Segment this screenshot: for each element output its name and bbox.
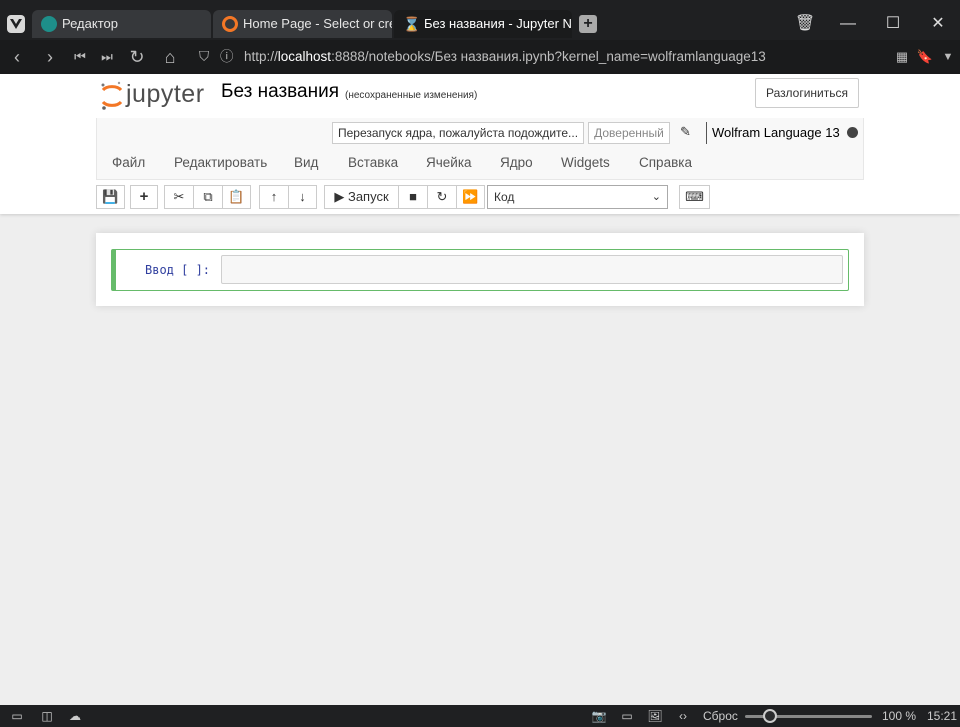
new-tab-button[interactable]: + [579, 15, 597, 33]
input-prompt: Ввод [ ]: [145, 263, 211, 277]
qr-code-icon[interactable]: ▦ [890, 45, 914, 69]
tab-label: Редактор [62, 16, 118, 31]
maximize-icon[interactable]: ☐ [881, 12, 905, 36]
address-bar: ‹ › ⏮ ⏭ ↻ ⌂ ⛉ ⓘ http://localhost:8888/no… [0, 40, 960, 74]
url-host: localhost [277, 49, 332, 64]
camera-icon[interactable]: 📷 [591, 708, 607, 724]
kernel-name: Wolfram Language 13 [706, 122, 840, 144]
cut-icon[interactable]: ✂ [164, 185, 193, 209]
cell-type-value: Код [494, 190, 515, 204]
insert-cell-icon[interactable]: + [130, 185, 158, 209]
url-input[interactable]: ⛉ ⓘ http://localhost:8888/notebooks/Без … [193, 44, 887, 70]
shield-icon: ⛉ [199, 49, 210, 64]
menu-insert[interactable]: Вставка [348, 155, 398, 170]
chevron-down-icon[interactable]: ▼ [936, 45, 960, 69]
restart-icon[interactable]: ↻ [427, 185, 456, 209]
tab-label: Home Page - Select or crea [243, 16, 392, 31]
window-icon[interactable]: ▭ [619, 708, 635, 724]
url-prefix: http:// [244, 49, 278, 64]
forward-icon[interactable]: › [38, 45, 62, 69]
rewind-icon[interactable]: ⏮ [68, 45, 92, 69]
run-all-icon[interactable]: ⏩ [456, 185, 485, 209]
tab-label: Без названия - Jupyter Not [424, 16, 572, 31]
bookmark-icon[interactable]: 🔖 [913, 45, 937, 69]
editor-tab-icon [41, 16, 57, 32]
code-input[interactable] [221, 255, 843, 284]
stop-icon[interactable]: ■ [398, 185, 427, 209]
menu-help[interactable]: Справка [639, 155, 692, 170]
url-rest: :8888/notebooks/Без названия.ipynb?kerne… [331, 49, 766, 64]
panel-toggle-icon[interactable]: ▭ [9, 708, 25, 724]
zoom-level: 100 % [882, 709, 917, 723]
notebook-container: Ввод [ ]: [96, 233, 864, 306]
cloud-icon[interactable]: ☁ [67, 708, 83, 724]
menu-view[interactable]: Вид [294, 155, 318, 170]
info-icon: ⓘ [220, 49, 234, 64]
kernel-notification: Перезапуск ядра, пожалуйста подождите... [332, 122, 584, 144]
save-icon[interactable]: 💾 [96, 185, 125, 209]
menubar-container: Перезапуск ядра, пожалуйста подождите...… [96, 118, 864, 180]
vivaldi-menu-icon[interactable] [7, 15, 25, 33]
chevron-down-icon: ⌄ [651, 191, 661, 203]
menu-kernel[interactable]: Ядро [500, 155, 533, 170]
cell-type-select[interactable]: Код ⌄ [487, 185, 668, 209]
tiling-icon[interactable]: ◫ [39, 708, 55, 724]
minimize-icon[interactable]: — [836, 12, 860, 36]
image-icon[interactable]: 🖼 [647, 708, 663, 724]
tab-home-page[interactable]: Home Page - Select or crea [213, 10, 392, 38]
trusted-notebook-button[interactable]: Доверенный [588, 122, 670, 144]
pencil-icon[interactable]: ✎ [680, 124, 691, 140]
trash-icon[interactable]: 🗑 [793, 12, 817, 36]
move-up-icon[interactable]: ↑ [259, 185, 288, 209]
move-down-icon[interactable]: ↓ [288, 185, 317, 209]
jupyter-logo-icon [101, 81, 123, 110]
tab-editor[interactable]: Редактор [32, 10, 211, 38]
jupyter-header: jupyter Без названия (несохраненные изме… [0, 74, 960, 214]
notebook-title[interactable]: Без названия [221, 81, 339, 103]
hourglass-icon: ⌛ [403, 16, 421, 32]
keyboard-icon[interactable]: ⌨ [679, 185, 710, 209]
menu-cell[interactable]: Ячейка [426, 155, 472, 170]
code-icon[interactable]: ‹› [675, 708, 691, 724]
menu-edit[interactable]: Редактировать [174, 155, 267, 170]
logout-button[interactable]: Разлогиниться [755, 78, 859, 108]
fast-forward-icon[interactable]: ⏭ [95, 45, 119, 69]
autosave-status: (несохраненные изменения) [345, 90, 478, 101]
jupyter-logo-text: jupyter [126, 80, 205, 108]
paste-icon[interactable]: 📋 [222, 185, 251, 209]
reload-icon[interactable]: ↻ [125, 45, 149, 69]
clock: 15:21 [927, 709, 958, 723]
kernel-busy-indicator [847, 127, 858, 138]
run-button[interactable]: ▶ Запуск [324, 185, 398, 209]
menu-widgets[interactable]: Widgets [561, 155, 610, 170]
tab-notebook[interactable]: ⌛ Без названия - Jupyter Not [394, 10, 572, 38]
home-icon[interactable]: ⌂ [158, 45, 182, 69]
jupyter-tab-icon [222, 16, 238, 32]
zoom-slider-handle[interactable] [763, 709, 777, 723]
code-cell[interactable]: Ввод [ ]: [111, 249, 849, 291]
notebook-toolbar: 💾 + ✂ ⧉ 📋 ↑ ↓ ▶ Запуск ■ ↻ ⏩ Код ⌄ ⌨ [96, 184, 864, 210]
copy-icon[interactable]: ⧉ [193, 185, 222, 209]
reset-zoom-button[interactable]: Сброс [703, 709, 738, 723]
menu-file[interactable]: Файл [112, 155, 145, 170]
browser-status-bar: ▭ ◫ ☁ 📷 ▭ 🖼 ‹› Сброс 100 % 15:21 [0, 705, 960, 727]
back-icon[interactable]: ‹ [5, 45, 29, 69]
close-icon[interactable]: ✕ [926, 12, 950, 36]
